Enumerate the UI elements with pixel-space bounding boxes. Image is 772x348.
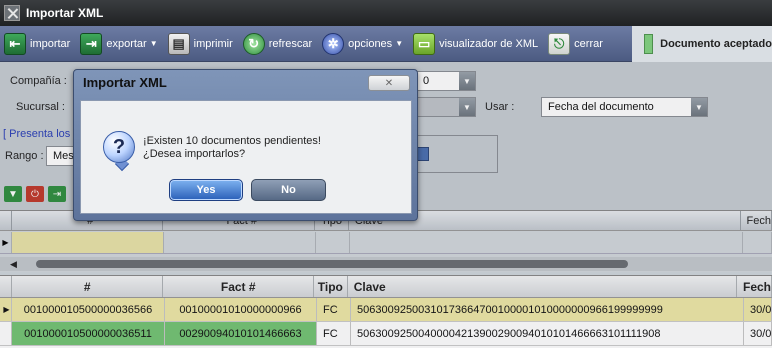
row-selector-header [0, 276, 12, 297]
horizontal-scrollbar[interactable]: ◀ [0, 257, 772, 271]
download-icon[interactable]: ▼ [4, 186, 22, 202]
cell-num: 001000010500000036566 [12, 298, 165, 321]
row-selector [0, 322, 12, 345]
cell-tipo: FC [317, 298, 351, 321]
cell-tipo: FC [317, 322, 351, 345]
xml-viewer-button[interactable]: ▭ visualizador de XML [411, 29, 540, 59]
export-label: exportar [106, 37, 147, 50]
dialog-message-line1: ¡Existen 10 documentos pendientes! [143, 135, 321, 147]
close-label: cerrar [574, 37, 603, 50]
usar-label: Usar : [485, 101, 515, 113]
refresh-button[interactable]: ↻ refrescar [241, 29, 314, 59]
row-pointer-icon: ▶ [0, 232, 12, 253]
printer-icon: ▤ [167, 32, 190, 55]
import-icon: ⇤ [4, 32, 26, 55]
rango-value: Mes [53, 150, 74, 162]
import-label: importar [30, 37, 71, 50]
legend-swatch [644, 34, 654, 54]
table-row[interactable]: ▶ [0, 232, 772, 254]
cell-clave: 5063009250040000421390029009401010146666… [351, 322, 744, 345]
legend-label: Documento aceptado [660, 38, 772, 50]
main-toolbar: ⇤ importar ⇥ exportar ▼ ▤ imprimir ↻ ref… [0, 26, 632, 62]
yes-button[interactable]: Yes [169, 179, 243, 201]
chevron-down-icon[interactable]: ▼ [395, 39, 403, 48]
cell-clave: 5063009250031017366470010000101000000096… [351, 298, 744, 321]
column-header-tipo[interactable]: Tipo [314, 276, 348, 297]
chevron-down-icon: ▼ [691, 98, 707, 116]
chevron-down-icon[interactable]: ▼ [150, 39, 158, 48]
table-cell [12, 232, 164, 253]
cell-fecha: 30/09 [744, 322, 772, 345]
grid-mini-toolbar: ▼ ⏻ ⇥ [4, 186, 66, 202]
presenta-link[interactable]: [ Presenta los r [3, 128, 77, 140]
options-button[interactable]: ✲ opciones ▼ [320, 29, 405, 59]
chevron-down-icon: ▼ [459, 72, 475, 90]
table-cell [164, 232, 316, 253]
table-row[interactable]: ▶ 001000010500000036566 0010000101000000… [0, 298, 772, 322]
table-cell [350, 232, 743, 253]
cell-fact: 00290094010101466663 [165, 322, 317, 345]
window-title: Importar XML [26, 6, 104, 20]
chevron-down-icon: ▼ [459, 98, 475, 116]
scroll-left-icon[interactable]: ◀ [10, 259, 17, 270]
monitor-icon: ▭ [413, 32, 436, 55]
table-row[interactable]: 001000010500000036511 002900940101014666… [0, 322, 772, 346]
export-button[interactable]: ⇥ exportar ▼ [78, 29, 159, 59]
close-button[interactable]: ⎋ cerrar [546, 29, 605, 59]
table-cell [743, 232, 772, 253]
company-label: Compañía : [10, 75, 67, 87]
close-icon: ✕ [384, 77, 394, 89]
usar-select[interactable]: Fecha del documento ▼ [541, 97, 708, 117]
dialog-message-line2: ¿Desea importarlos? [143, 148, 246, 160]
window-title-bar: Importar XML [0, 0, 772, 26]
print-label: imprimir [193, 37, 233, 50]
power-icon[interactable]: ⏻ [26, 186, 44, 202]
documents-grid: # Fact # Tipo Clave Fech ▶ 0010000105000… [0, 275, 772, 348]
calendar-icon[interactable] [417, 147, 429, 161]
dialog-title: Importar XML [83, 75, 167, 90]
import-dialog: Importar XML ✕ ? ¡Existen 10 documentos … [73, 69, 418, 221]
dialog-close-button[interactable]: ✕ [368, 75, 410, 91]
company-value: 0 [423, 75, 430, 87]
dialog-body: ? ¡Existen 10 documentos pendientes! ¿De… [80, 100, 412, 214]
row-selector-header [0, 211, 12, 230]
refresh-label: refrescar [268, 37, 313, 50]
branch-label: Sucursal : [16, 101, 65, 113]
column-header-fecha[interactable]: Fech [737, 276, 772, 297]
import-button[interactable]: ⇤ importar [2, 29, 72, 59]
usar-value: Fecha del documento [548, 101, 654, 113]
export-small-icon[interactable]: ⇥ [48, 186, 66, 202]
column-header-clave[interactable]: Clave [348, 276, 737, 297]
column-header-num[interactable]: # [12, 276, 164, 297]
refresh-icon: ↻ [242, 32, 265, 55]
cell-num: 001000010500000036511 [12, 322, 165, 345]
rango-select[interactable]: Mes [46, 146, 76, 166]
documents-grid-header: # Fact # Tipo Clave Fech [0, 276, 772, 298]
xml-viewer-label: visualizador de XML [439, 37, 539, 50]
branch-select[interactable]: ▼ [416, 97, 476, 117]
no-button[interactable]: No [251, 179, 326, 201]
question-icon: ? [103, 131, 135, 163]
options-label: opciones [348, 37, 393, 50]
print-button[interactable]: ▤ imprimir [166, 29, 235, 59]
cell-fact: 00100001010000000966 [165, 298, 317, 321]
export-icon: ⇥ [80, 32, 103, 55]
company-select[interactable]: 0 ▼ [416, 71, 476, 91]
scrollbar-thumb[interactable] [36, 260, 628, 268]
column-header-fecha[interactable]: Fech [741, 211, 772, 230]
options-icon: ✲ [322, 32, 345, 55]
column-header-fact[interactable]: Fact # [163, 276, 314, 297]
cell-fecha: 30/09 [744, 298, 772, 321]
close-document-icon: ⎋ [548, 32, 571, 55]
app-icon [4, 5, 20, 21]
table-cell [316, 232, 350, 253]
legend: Documento aceptado [632, 26, 772, 62]
rango-label: Rango : [5, 150, 44, 162]
row-pointer-icon: ▶ [0, 298, 12, 321]
